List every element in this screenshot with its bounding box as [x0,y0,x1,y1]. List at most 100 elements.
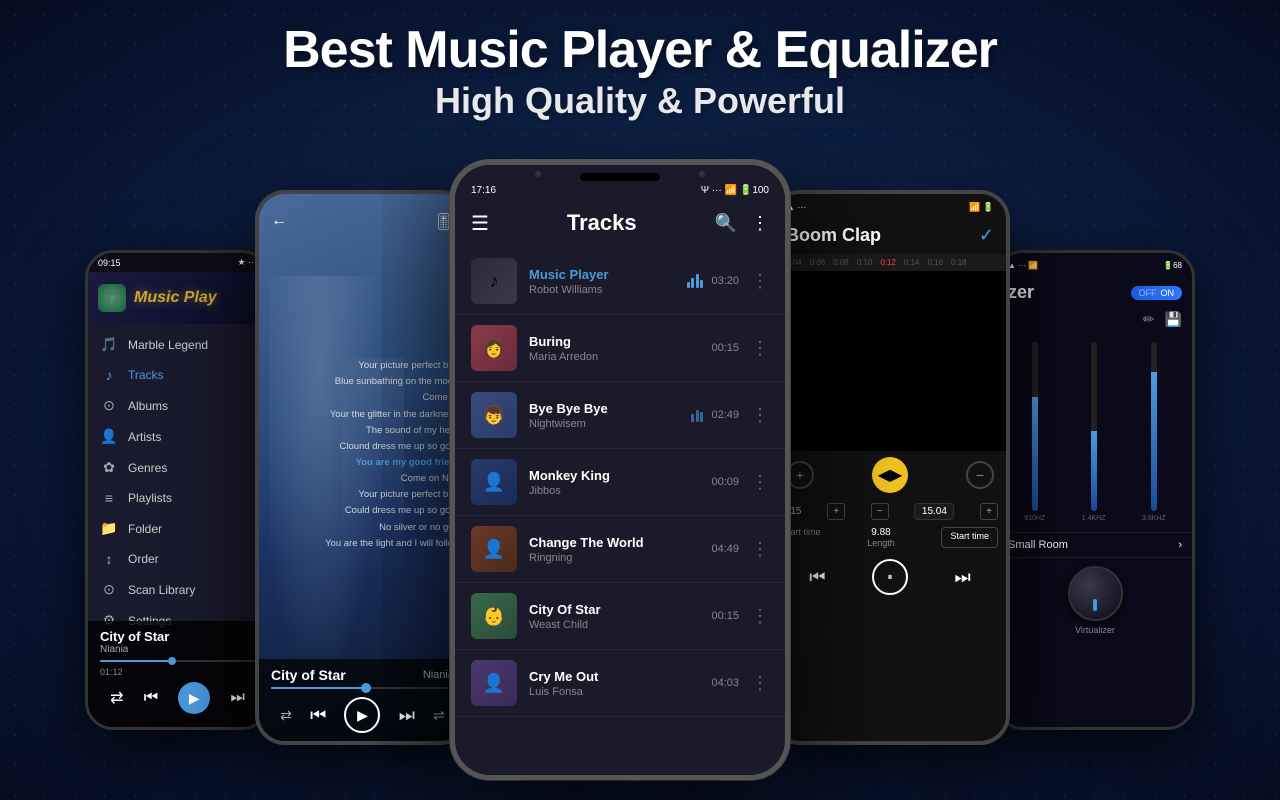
track-artist-4: Jibbos [529,485,699,497]
slider-fill-1 [1032,401,1038,511]
prev-button[interactable]: ⏮ [144,689,158,707]
lyric-line-11: No silver or no gold [321,520,461,536]
track-item-7[interactable]: 👤 Cry Me Out Luis Fonsa 04:03 ⋮ [455,650,785,717]
slider-track-3[interactable] [1151,342,1157,511]
sidebar-label-order: Order [128,552,159,566]
sidebar-item-tracks[interactable]: ♪ Tracks [88,360,267,390]
phone4-next-btn[interactable]: ⏭ [955,567,971,588]
phone4-prev-btn[interactable]: ⏮ [809,567,825,588]
lyric-line-active: You are my good friend [321,455,461,471]
edit-preset-icon[interactable]: ✏ [1143,311,1155,328]
phone4-header: Boom Clap ✓ [774,221,1006,254]
track-duration-6: 00:15 [711,610,739,622]
zoom-out-button[interactable]: − [966,461,994,489]
slider-track-2[interactable] [1091,342,1097,511]
repeat-button[interactable]: ⇄ [110,688,123,708]
track-item-5[interactable]: 👤 Change The World Ringning 04:49 ⋮ [455,516,785,583]
next-button[interactable]: ⏭ [230,689,244,707]
phone-equalizer: ▲ ··· 📶 🔋68 zer OFF ON ✏ 💾 910HZ [995,250,1195,730]
phone2-repeat-btn[interactable]: ⇄ [280,707,292,724]
track-more-3[interactable]: ⋮ [751,405,769,426]
waveform-display [774,271,1006,451]
phone2-song-info: City of Star Niania [271,667,454,683]
sidebar-item-playlists[interactable]: ≡ Playlists [88,483,267,513]
track-info-1: Music Player Robot Williams [529,267,675,296]
track-name-1: Music Player [529,267,675,282]
phone4-pause-btn[interactable]: ⏸ [872,559,908,595]
phone2-play-btn[interactable]: ▶ [344,697,380,733]
phone2-prev-btn[interactable]: ⏮ [310,705,326,726]
back-button[interactable]: ← [271,212,287,230]
track-more-6[interactable]: ⋮ [751,606,769,627]
track-more-1[interactable]: ⋮ [751,271,769,292]
track-info-5: Change The World Ringning [529,535,699,564]
navigate-button[interactable]: ◀▶ [872,457,908,493]
slider-thumb-3 [1151,372,1157,378]
phone-waveform: ▲ ··· 📶 🔋 Boom Clap ✓ 0:04 0:06 0:08 0:1… [770,190,1010,745]
track-duration-7: 04:03 [711,677,739,689]
track-more-4[interactable]: ⋮ [751,472,769,493]
track-item-4[interactable]: 👤 Monkey King Jibbos 00:09 ⋮ [455,449,785,516]
phone2-shuffle-btn[interactable]: ⇌ [433,707,445,724]
sidebar-item-genres[interactable]: ✿ Genres [88,452,267,483]
eq-slider-1_4khz: 1.4KHZ [1082,342,1106,522]
lyric-line-4: Your the glitter in the darknes... [321,407,461,423]
marker-014: 0:14 [904,258,920,267]
start-time-btn-label: Start time [950,531,989,541]
sidebar-label-albums: Albums [128,399,168,413]
progress-bar[interactable] [100,660,255,662]
sidebar-item-marble[interactable]: 🎵 Marble Legend [88,329,267,360]
eq-toggle[interactable]: OFF ON [1131,286,1183,300]
track-duration-1: 03:20 [711,275,739,287]
playback-controls: ⇄ ⏮ ▶ ⏭ [100,677,255,719]
track-more-7[interactable]: ⋮ [751,673,769,694]
time-controls: 5.15 + − + [774,499,1006,524]
now-playing-artist: Niania [100,644,169,655]
marker-010: 0:10 [857,258,873,267]
track-more-5[interactable]: ⋮ [751,539,769,560]
track-name-3: Bye Bye Bye [529,401,679,416]
phone3-time: 17:16 [471,185,496,196]
sidebar-item-albums[interactable]: ⊙ Albums [88,390,267,421]
play-button[interactable]: ▶ [178,682,210,714]
track-info-2: Buring Maria Arredon [529,334,699,363]
sidebar-menu: 🎵 Marble Legend ♪ Tracks ⊙ Albums 👤 Arti… [88,324,267,641]
end-time-input[interactable] [914,503,954,520]
track-more-2[interactable]: ⋮ [751,338,769,359]
lyric-line-8: Come on Now [321,471,461,487]
phone2-next-btn[interactable]: ⏭ [399,705,415,726]
main-title: Best Music Player & Equalizer [0,20,1280,80]
virtualizer-label: Virtualizer [1075,625,1115,635]
albums-icon: ⊙ [100,397,118,414]
sidebar-item-scan[interactable]: ⊙ Scan Library [88,574,267,605]
sidebar-item-folder[interactable]: 📁 Folder [88,513,267,544]
zoom-in-button[interactable]: + [786,461,814,489]
sidebar-item-order[interactable]: ↕ Order [88,544,267,574]
add-end-time-btn[interactable]: + [980,503,998,520]
order-icon: ↕ [100,551,118,567]
track-item-6[interactable]: 👶 City Of Star Weast Child 00:15 ⋮ [455,583,785,650]
track-item-3[interactable]: 👦 Bye Bye Bye Nightwisem 02:49 ⋮ [455,382,785,449]
minus-time-btn[interactable]: − [871,503,889,520]
add-time-btn[interactable]: + [827,503,845,520]
sidebar-label-scan: Scan Library [128,583,195,597]
search-icon[interactable]: 🔍 [715,213,737,234]
more-options-icon[interactable]: ⋮ [751,213,769,234]
hamburger-menu-icon[interactable]: ☰ [471,211,489,236]
slider-fill-3 [1151,376,1157,511]
start-time-button[interactable]: Start time [941,527,998,548]
save-preset-icon[interactable]: 💾 [1165,311,1182,328]
track-name-7: Cry Me Out [529,669,699,684]
slider-thumb-2 [1091,431,1097,437]
playlists-icon: ≡ [100,490,118,506]
sidebar-item-artists[interactable]: 👤 Artists [88,421,267,452]
track-item-2[interactable]: 👩 Buring Maria Arredon 00:15 ⋮ [455,315,785,382]
slider-track-1[interactable] [1032,342,1038,511]
header-action-icons: 🔍 ⋮ [715,213,769,234]
track-item-1[interactable]: ♪ Music Player Robot Williams 03:20 ⋮ [455,248,785,315]
eq-preset-selector[interactable]: Small Room › [998,532,1192,557]
eq-freq-label-1: 910HZ [1024,515,1045,522]
phone5-eq-title: zer [1008,282,1034,303]
virtualizer-knob[interactable] [1068,566,1123,621]
track-info-3: Bye Bye Bye Nightwisem [529,401,679,430]
